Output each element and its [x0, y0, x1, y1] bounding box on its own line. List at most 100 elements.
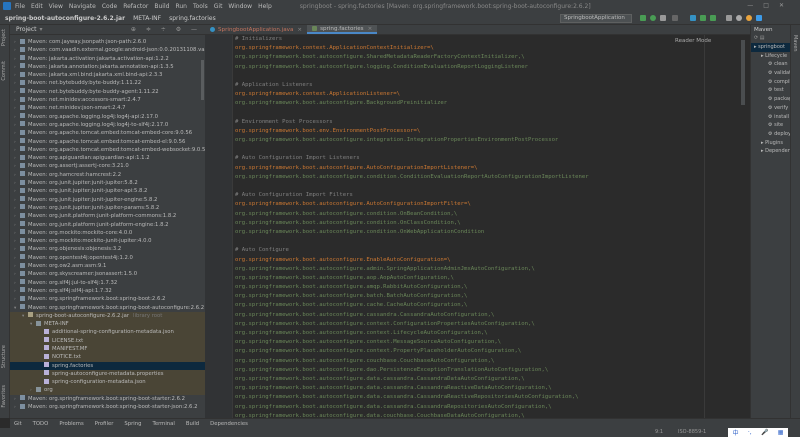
tree-item[interactable]: › Maven: org.hamcrest:hamcrest:2.2	[10, 171, 205, 179]
maven-tree-item[interactable]: ▸ springboot	[751, 43, 790, 52]
code-line[interactable]: 35org.springframework.boot.autoconfigure…	[233, 347, 748, 356]
tree-item[interactable]: › Maven: org.springframework.boot:spring-…	[10, 295, 205, 303]
code-line[interactable]: 18# Auto Configuration Import Filters	[233, 191, 748, 200]
code-line[interactable]: 21org.springframework.boot.autoconfigure…	[233, 219, 748, 228]
code-line[interactable]: 28org.springframework.boot.autoconfigure…	[233, 283, 748, 292]
tree-item[interactable]: › Maven: org.junit.jupiter:junit-jupiter-…	[10, 196, 205, 204]
code-line[interactable]: 31org.springframework.boot.autoconfigure…	[233, 311, 748, 320]
menu-tools[interactable]: Tools	[193, 3, 208, 10]
editor-tab[interactable]: SpringbootApplication.java ×	[205, 25, 307, 34]
ime-mode[interactable]: 中	[733, 428, 739, 437]
code-line[interactable]: 25org.springframework.boot.autoconfigure…	[233, 256, 748, 265]
code-line[interactable]: 10# Environment Post Processors	[233, 118, 748, 127]
breadcrumb-file[interactable]: spring.factories	[169, 15, 216, 22]
favorites-tool-button[interactable]: Favorites	[1, 385, 7, 408]
tree-item[interactable]: › Maven: net.bytebuddy:byte-buddy:1.11.22	[10, 79, 205, 87]
code-line[interactable]: 2org.springframework.context.Application…	[233, 44, 748, 53]
code-line[interactable]: 5	[233, 72, 748, 81]
tree-item[interactable]: NOTICE.txt	[10, 353, 205, 362]
tree-item[interactable]: › Maven: org.apiguardian:apiguardian-api:…	[10, 154, 205, 162]
tool-window-git[interactable]: Git	[14, 421, 22, 427]
code-line[interactable]: 19org.springframework.boot.autoconfigure…	[233, 200, 748, 209]
run-configuration-select[interactable]: SpringbootApplication	[560, 14, 632, 23]
search-icon[interactable]	[736, 15, 742, 21]
code-line[interactable]: 30org.springframework.boot.autoconfigure…	[233, 301, 748, 310]
menu-edit[interactable]: Edit	[31, 3, 43, 10]
code-line[interactable]: 32org.springframework.boot.autoconfigure…	[233, 320, 748, 329]
editor-tab[interactable]: spring.factories ×	[307, 25, 378, 34]
file-encoding[interactable]: ISO-8859-1	[678, 429, 706, 435]
tool-window-problems[interactable]: Problems	[59, 421, 83, 427]
git-push-icon[interactable]	[710, 15, 716, 21]
ime-punct[interactable]: ·,	[748, 429, 752, 436]
menu-window[interactable]: Window	[228, 3, 252, 10]
code-line[interactable]: 22org.springframework.boot.autoconfigure…	[233, 228, 748, 237]
window-controls[interactable]: —□✕	[747, 2, 794, 9]
maven-tool-button[interactable]: Maven	[792, 35, 798, 52]
tree-item[interactable]: › Maven: com.vaadin.external.google:andro…	[10, 46, 205, 54]
code-line[interactable]: 17	[233, 182, 748, 191]
code-line[interactable]: 39org.springframework.boot.autoconfigure…	[233, 384, 748, 393]
tree-item[interactable]: ▾ spring-boot-autoconfigure-2.6.2.jar libr…	[10, 311, 205, 321]
tree-item[interactable]: › Maven: org.apache.logging.log4j:log4j-t…	[10, 121, 205, 129]
tree-item[interactable]: › Maven: net.minidev:json-smart:2.4.7	[10, 104, 205, 112]
tree-item[interactable]: › Maven: net.minidev:accessors-smart:2.4.…	[10, 96, 205, 104]
ime-toolbar[interactable]: 中 ·, 🎤 ▦	[728, 428, 788, 437]
code-line[interactable]: 33org.springframework.boot.autoconfigure…	[233, 329, 748, 338]
tree-item[interactable]: › Maven: jakarta.annotation:jakarta.annot…	[10, 63, 205, 71]
tree-item[interactable]: › Maven: org.apache.logging.log4j:log4j-a…	[10, 113, 205, 121]
tool-window-todo[interactable]: TODO	[33, 421, 49, 427]
tree-item[interactable]: › Maven: org.junit.jupiter:junit-jupiter-…	[10, 187, 205, 195]
tree-item[interactable]: › Maven: jakarta.xml.bind:jakarta.xml.bin…	[10, 71, 205, 79]
code-line[interactable]: 16org.springframework.boot.autoconfigure…	[233, 173, 748, 182]
toolbox-icon[interactable]	[756, 15, 762, 21]
tree-item[interactable]: › Maven: jakarta.activation:jakarta.activ…	[10, 55, 205, 63]
breadcrumb-meta-inf[interactable]: META-INF	[133, 15, 161, 22]
commit-tool-button[interactable]: Commit	[1, 61, 7, 81]
project-scrollbar[interactable]	[201, 60, 204, 100]
git-commit-icon[interactable]	[700, 15, 706, 21]
tree-item[interactable]: › Maven: org.apache.tomcat.embed:tomcat-e…	[10, 146, 205, 154]
tree-item[interactable]: › Maven: com.jayway.jsonpath:json-path:2.…	[10, 38, 205, 46]
code-line[interactable]: 3org.springframework.boot.autoconfigure.…	[233, 53, 748, 62]
menu-file[interactable]: File	[15, 3, 25, 10]
menu-git[interactable]: Git	[214, 3, 223, 10]
code-line[interactable]: 24# Auto Configure	[233, 246, 748, 255]
caret-position[interactable]: 9:1	[655, 429, 663, 435]
tree-item[interactable]: › Maven: org.junit.jupiter:junit-jupiter:…	[10, 179, 205, 187]
tool-window-terminal[interactable]: Terminal	[152, 421, 174, 427]
tree-item[interactable]: › Maven: org.opentest4j:opentest4j:1.2.0	[10, 254, 205, 262]
maven-tree-item[interactable]: ⚙ verify	[751, 104, 790, 113]
code-line[interactable]: 12org.springframework.boot.autoconfigure…	[233, 136, 748, 145]
close-tab-icon[interactable]: ×	[297, 25, 302, 35]
code-line[interactable]: 23	[233, 237, 748, 246]
maven-tree-item[interactable]: ▸ Plugins	[751, 139, 790, 148]
maven-toolbar[interactable]: ⟳ ▤	[751, 35, 790, 43]
code-line[interactable]: 29org.springframework.boot.autoconfigure…	[233, 292, 748, 301]
tree-item[interactable]: › Maven: org.slf4j:jul-to-slf4j:1.7.32	[10, 279, 205, 287]
menu-build[interactable]: Build	[154, 3, 169, 10]
ime-menu[interactable]: ▦	[778, 429, 784, 436]
code-line[interactable]: 11org.springframework.boot.env.Environme…	[233, 127, 748, 136]
tree-item[interactable]: › Maven: org.apache.tomcat.embed:tomcat-e…	[10, 138, 205, 146]
stop-icon[interactable]	[672, 15, 678, 21]
tree-item[interactable]: › Maven: org.junit.platform:junit-platfor…	[10, 212, 205, 220]
code-line[interactable]: 4org.springframework.boot.autoconfigure.…	[233, 63, 748, 72]
ime-voice[interactable]: 🎤	[761, 429, 768, 436]
code-line[interactable]: 38org.springframework.boot.autoconfigure…	[233, 375, 748, 384]
tree-item[interactable]: › Maven: org.apache.tomcat.embed:tomcat-e…	[10, 129, 205, 137]
maven-tree-item[interactable]: ⚙ compile	[751, 78, 790, 87]
tree-item[interactable]: LICENSE.txt	[10, 336, 205, 345]
code-line[interactable]: 27org.springframework.boot.autoconfigure…	[233, 274, 748, 283]
tree-item[interactable]: spring-autoconfigure-metadata.properties	[10, 369, 205, 379]
project-tool-button[interactable]: Project	[1, 29, 7, 46]
tool-window-spring[interactable]: Spring	[124, 421, 141, 427]
tree-item[interactable]: › org	[10, 386, 205, 395]
tree-item[interactable]: MANIFEST.MF	[10, 344, 205, 354]
code-line[interactable]: 37org.springframework.boot.autoconfigure…	[233, 366, 748, 375]
maven-tree-item[interactable]: ⚙ clean	[751, 60, 790, 69]
maven-tree-item[interactable]: ⚙ install	[751, 113, 790, 122]
code-line[interactable]: 14# Auto Configuration Import Listeners	[233, 154, 748, 163]
panel-actions[interactable]: ⊕ ≑ ÷ ⚙ —	[131, 26, 201, 33]
menu-view[interactable]: View	[49, 3, 63, 10]
